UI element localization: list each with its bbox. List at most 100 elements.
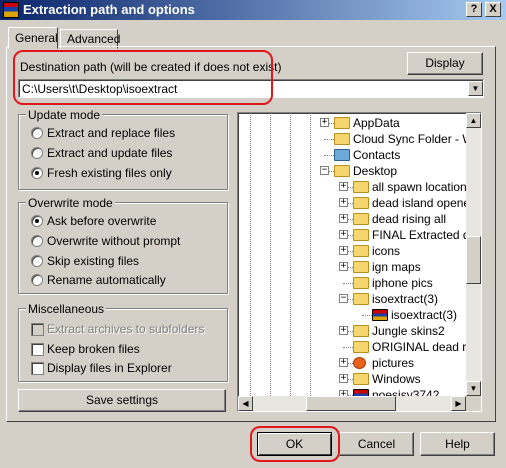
expand-icon[interactable]: +	[339, 198, 348, 207]
display-button[interactable]: Display	[407, 52, 483, 75]
ok-button[interactable]: OK	[257, 432, 332, 456]
collapse-icon[interactable]: −	[339, 294, 348, 303]
misc-title: Miscellaneous	[26, 302, 107, 316]
tree-item[interactable]: + Windows	[238, 371, 466, 387]
radio-ask-overwrite-label[interactable]: Ask before overwrite	[47, 214, 156, 228]
cancel-button[interactable]: Cancel	[339, 432, 414, 456]
tree-item-label[interactable]: all spawn locations	[372, 179, 466, 195]
checkbox-keep-broken[interactable]	[31, 343, 44, 356]
expand-icon[interactable]: +	[339, 262, 348, 271]
folder-icon	[353, 373, 369, 385]
radio-rename-auto-label[interactable]: Rename automatically	[47, 273, 166, 287]
scroll-up-icon[interactable]: ▲	[466, 113, 481, 128]
office-icon	[353, 357, 366, 369]
update-mode-title: Update mode	[26, 108, 103, 122]
tree-item-label[interactable]: FINAL Extracted de	[372, 227, 466, 243]
expand-icon[interactable]: +	[339, 214, 348, 223]
expand-icon[interactable]: +	[339, 326, 348, 335]
tree-item[interactable]: Contacts	[238, 147, 466, 163]
checkbox-extract-subfolders	[31, 323, 44, 336]
radio-fresh-existing[interactable]	[31, 167, 43, 179]
tree-item-label[interactable]: Desktop	[353, 163, 397, 179]
radio-extract-update[interactable]	[31, 147, 43, 159]
help-title-button[interactable]: ?	[466, 2, 482, 17]
tree-item[interactable]: + Jungle skins2	[238, 323, 466, 339]
scroll-down-icon[interactable]: ▼	[466, 381, 481, 396]
folder-icon	[353, 341, 369, 353]
tree-item-label[interactable]: iphone pics	[372, 275, 433, 291]
folder-icon	[353, 213, 369, 225]
collapse-icon[interactable]: −	[320, 166, 329, 175]
radio-extract-update-label[interactable]: Extract and update files	[47, 146, 172, 160]
radio-overwrite-no-prompt[interactable]	[31, 235, 43, 247]
tree-item-label[interactable]: Cloud Sync Folder - Wi	[353, 131, 466, 147]
tree-item[interactable]: + all spawn locations	[238, 179, 466, 195]
scroll-right-icon[interactable]: ▶	[451, 396, 466, 411]
tree-item[interactable]: − isoextract(3)	[238, 291, 466, 307]
expand-icon[interactable]: +	[339, 358, 348, 367]
tree-item-label[interactable]: Contacts	[353, 147, 400, 163]
tree-item[interactable]: iphone pics	[238, 275, 466, 291]
checkbox-display-explorer[interactable]	[31, 362, 44, 375]
tree-item[interactable]: + dead island openec	[238, 195, 466, 211]
title-bar[interactable]: Extraction path and options ? X	[0, 0, 506, 20]
tree-item-label[interactable]: ign maps	[372, 259, 421, 275]
tree-item[interactable]: Cloud Sync Folder - Wi	[238, 131, 466, 147]
folder-icon	[353, 245, 369, 257]
expand-icon[interactable]: +	[320, 118, 329, 127]
checkbox-display-explorer-label[interactable]: Display files in Explorer	[47, 361, 172, 375]
destination-input[interactable]: C:\Users\t\Desktop\isoextract	[22, 82, 177, 96]
folder-icon	[353, 325, 369, 337]
destination-combo[interactable]: C:\Users\t\Desktop\isoextract ▼	[18, 79, 484, 98]
tree-rows: + AppData Cloud Sync Folder - Wi Contacts − D…	[238, 115, 466, 398]
radio-overwrite-no-prompt-label[interactable]: Overwrite without prompt	[47, 234, 180, 248]
tree-item[interactable]: + AppData	[238, 115, 466, 131]
tree-item-label[interactable]: dead rising all	[372, 211, 446, 227]
expand-icon[interactable]: +	[339, 374, 348, 383]
dropdown-arrow-icon[interactable]: ▼	[468, 81, 483, 96]
folder-icon	[353, 229, 369, 241]
folder-icon	[334, 133, 350, 145]
radio-rename-auto[interactable]	[31, 274, 43, 286]
tree-item[interactable]: ORIGINAL dead risi	[238, 339, 466, 355]
radio-skip-existing[interactable]	[31, 255, 43, 267]
tree-item-label[interactable]: dead island openec	[372, 195, 466, 211]
destination-label: Destination path (will be created if doe…	[20, 60, 282, 74]
radio-fresh-existing-label[interactable]: Fresh existing files only	[47, 166, 172, 180]
tree-item-label[interactable]: isoextract(3)	[372, 291, 438, 307]
hscroll-thumb[interactable]	[306, 396, 396, 411]
tree-item-label[interactable]: isoextract(3)	[391, 307, 457, 323]
tree-item[interactable]: + ign maps	[238, 259, 466, 275]
tree-item-label[interactable]: pictures	[372, 355, 414, 371]
expand-icon[interactable]: +	[339, 246, 348, 255]
expand-icon[interactable]: +	[339, 230, 348, 239]
tree-item[interactable]: + FINAL Extracted de	[238, 227, 466, 243]
tree-item-label[interactable]: AppData	[353, 115, 400, 131]
save-settings-button[interactable]: Save settings	[18, 389, 226, 412]
tree-item-label[interactable]: Windows	[372, 371, 421, 387]
radio-extract-replace-label[interactable]: Extract and replace files	[47, 126, 175, 140]
shortcut-folder-icon	[353, 197, 369, 209]
checkbox-keep-broken-label[interactable]: Keep broken files	[47, 342, 140, 356]
folder-tree[interactable]: + AppData Cloud Sync Folder - Wi Contacts − D…	[237, 112, 482, 412]
tab-general[interactable]: General	[8, 27, 58, 49]
expand-icon[interactable]: +	[339, 182, 348, 191]
close-title-button[interactable]: X	[485, 2, 501, 17]
tree-item[interactable]: + dead rising all	[238, 211, 466, 227]
tree-item[interactable]: + icons	[238, 243, 466, 259]
tree-item[interactable]: isoextract(3)	[238, 307, 466, 323]
folder-icon	[353, 261, 369, 273]
scroll-left-icon[interactable]: ◀	[238, 396, 253, 411]
radio-skip-existing-label[interactable]: Skip existing files	[47, 254, 139, 268]
tree-item[interactable]: + pictures	[238, 355, 466, 371]
tree-item-label[interactable]: ORIGINAL dead risi	[372, 339, 466, 355]
tree-item-label[interactable]: Jungle skins2	[372, 323, 445, 339]
tree-item-label[interactable]: icons	[372, 243, 400, 259]
tree-hscrollbar[interactable]: ◀ ▶	[238, 396, 466, 411]
radio-extract-replace[interactable]	[31, 127, 43, 139]
radio-ask-overwrite[interactable]	[31, 215, 43, 227]
help-button[interactable]: Help	[420, 432, 495, 456]
vscroll-thumb[interactable]	[466, 236, 481, 284]
tree-item[interactable]: − Desktop	[238, 163, 466, 179]
tree-vscrollbar[interactable]: ▲ ▼	[466, 113, 481, 396]
